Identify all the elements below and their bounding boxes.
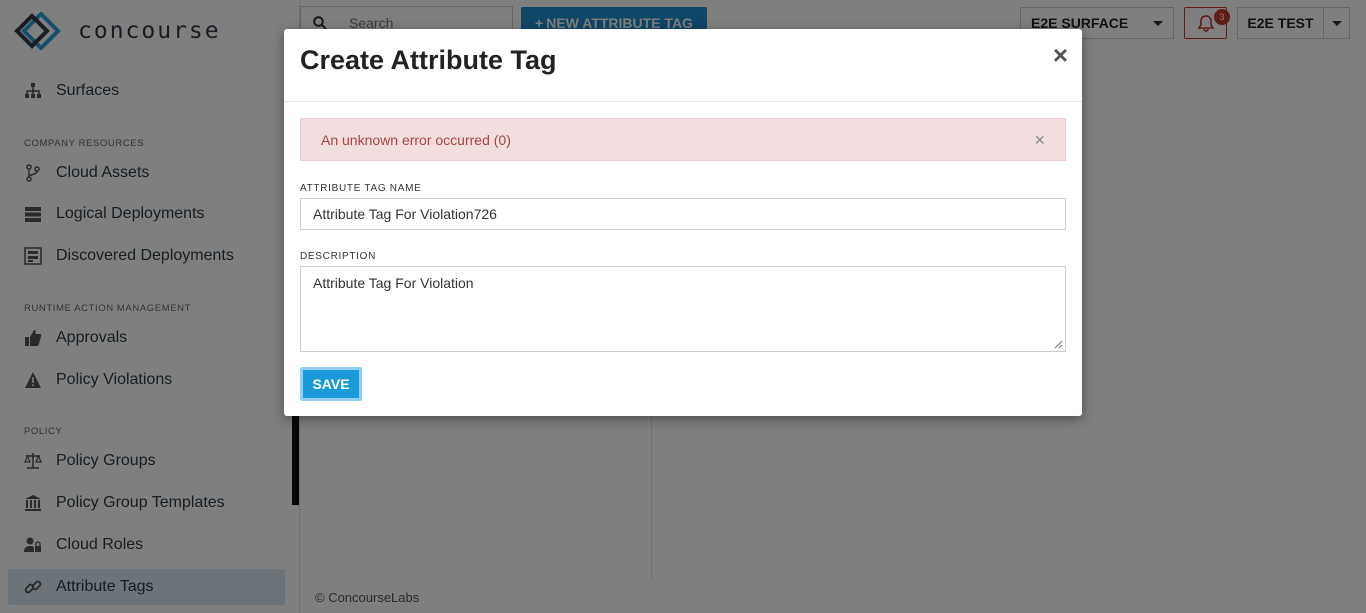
attribute-tag-name-field[interactable]: Attribute Tag For Violation726 <box>300 198 1066 230</box>
attribute-tag-name-label: ATTRIBUTE TAG NAME <box>300 183 422 194</box>
alert-close-icon[interactable]: × <box>1034 130 1045 151</box>
description-label: DESCRIPTION <box>300 251 377 262</box>
resize-grip-icon[interactable] <box>1054 340 1063 349</box>
error-alert: An unknown error occurred (0) × <box>300 118 1066 161</box>
description-field[interactable]: Attribute Tag For Violation <box>300 266 1066 352</box>
attribute-tag-name-value: Attribute Tag For Violation726 <box>313 206 497 222</box>
save-button[interactable]: SAVE <box>300 367 362 401</box>
modal-title: Create Attribute Tag <box>300 45 557 75</box>
description-value: Attribute Tag For Violation <box>313 275 474 291</box>
close-icon[interactable]: × <box>1053 42 1068 68</box>
create-attribute-tag-modal: Create Attribute Tag × An unknown error … <box>284 29 1082 416</box>
modal-header: Create Attribute Tag × <box>284 29 1082 102</box>
error-alert-text: An unknown error occurred (0) <box>321 131 511 148</box>
